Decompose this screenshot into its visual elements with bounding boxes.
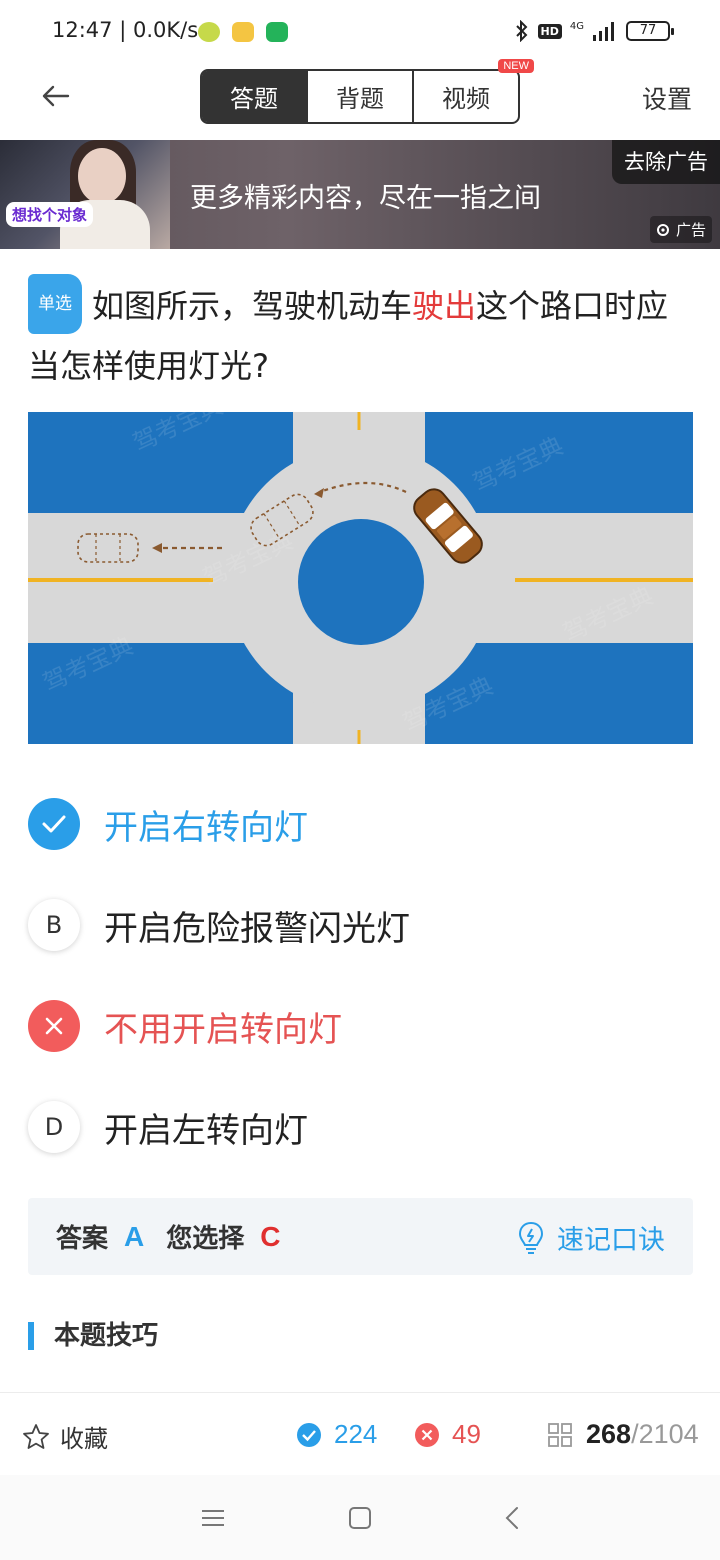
ad-image-tag: 想找个对象 (6, 202, 94, 227)
option-d-text: 开启左转向灯 (104, 1110, 308, 1151)
bottom-toolbar: 收藏 224 49 268/2104 (0, 1392, 720, 1474)
notification-icons (198, 22, 288, 42)
system-nav-bar (0, 1475, 720, 1560)
ad-text: 更多精彩内容，尽在一指之间 (190, 183, 541, 214)
top-nav: 答题 背题 视频 NEW 设置 (0, 59, 720, 140)
question-progress[interactable]: 268/2104 (548, 1419, 699, 1450)
option-b[interactable]: B 开启危险报警闪光灯 (28, 895, 692, 955)
back-arrow-icon[interactable] (38, 78, 74, 114)
cross-circle-icon (415, 1422, 439, 1447)
ad-image: 想找个对象 (0, 140, 170, 249)
wrong-count: 49 (414, 1419, 481, 1450)
tips-title: 本题技巧 (28, 1322, 158, 1350)
remove-ad-button[interactable]: 去除广告 (612, 140, 720, 184)
home-icon[interactable] (345, 1503, 375, 1533)
option-a-text: 开启右转向灯 (104, 807, 308, 848)
option-c-text: 不用开启转向灯 (104, 1009, 342, 1050)
option-b-text: 开启危险报警闪光灯 (104, 908, 410, 949)
choice-label: 您选择 (166, 1224, 245, 1254)
mode-tabs: 答题 背题 视频 NEW (200, 59, 534, 124)
hd-badge: HD (537, 23, 562, 39)
ad-banner[interactable]: 想找个对象 更多精彩内容，尽在一指之间 去除广告 广告 (0, 140, 720, 249)
star-icon (23, 1423, 49, 1449)
tab-answer[interactable]: 答题 (202, 71, 308, 122)
tab-memorize[interactable]: 背题 (308, 71, 414, 122)
network-type: 4G (569, 20, 584, 32)
mnemonic-button[interactable]: 速记口诀 (517, 1218, 665, 1257)
menu-icon[interactable] (198, 1503, 228, 1533)
check-icon (28, 798, 80, 850)
question-text: 单选 如图所示，驾驶机动车驶出这个路口时应当怎样使用灯光? (28, 274, 692, 394)
answer-value: A (124, 1220, 145, 1252)
choice-value: C (260, 1220, 281, 1252)
settings-button[interactable]: 设置 (642, 80, 692, 116)
roundabout-figure: 驾考宝典 驾考宝典 驾考宝典 驾考宝典 驾考宝典 驾考宝典 (28, 412, 693, 744)
option-a[interactable]: 开启右转向灯 (28, 794, 692, 854)
ad-label: 广告 (649, 216, 712, 243)
bluetooth-icon (515, 20, 527, 42)
tab-video[interactable]: 视频 NEW (414, 59, 534, 122)
favorite-button[interactable]: 收藏 (22, 1419, 108, 1454)
cross-icon (28, 1000, 80, 1052)
question-highlight: 驶出 (412, 287, 477, 325)
new-badge: NEW (498, 59, 534, 73)
option-d-key: D (28, 1101, 80, 1153)
check-circle-icon (297, 1422, 321, 1447)
option-c[interactable]: 不用开启转向灯 (28, 996, 692, 1056)
answer-bar: 答案 A 您选择 C 速记口诀 (28, 1198, 693, 1275)
shield-notification-icon (266, 22, 288, 42)
app-notification-icon (198, 22, 220, 42)
grid-icon (548, 1422, 572, 1447)
option-d[interactable]: D 开启左转向灯 (28, 1097, 692, 1157)
back-icon[interactable] (498, 1503, 528, 1533)
status-time: 12:47 | 0.0K/s (52, 18, 199, 42)
question-type-badge: 单选 (28, 274, 82, 334)
answer-label: 答案 (56, 1224, 109, 1254)
option-b-key: B (28, 899, 80, 951)
signal-icon (593, 22, 614, 41)
ad-logo-icon (656, 223, 669, 236)
status-right: HD 4G 77 (514, 20, 674, 42)
message-notification-icon (232, 22, 254, 42)
lightbulb-icon (518, 1221, 544, 1254)
correct-count: 224 (296, 1419, 377, 1450)
battery-icon: 77 (626, 21, 674, 41)
status-bar: 12:47 | 0.0K/s HD 4G 77 (0, 0, 720, 64)
